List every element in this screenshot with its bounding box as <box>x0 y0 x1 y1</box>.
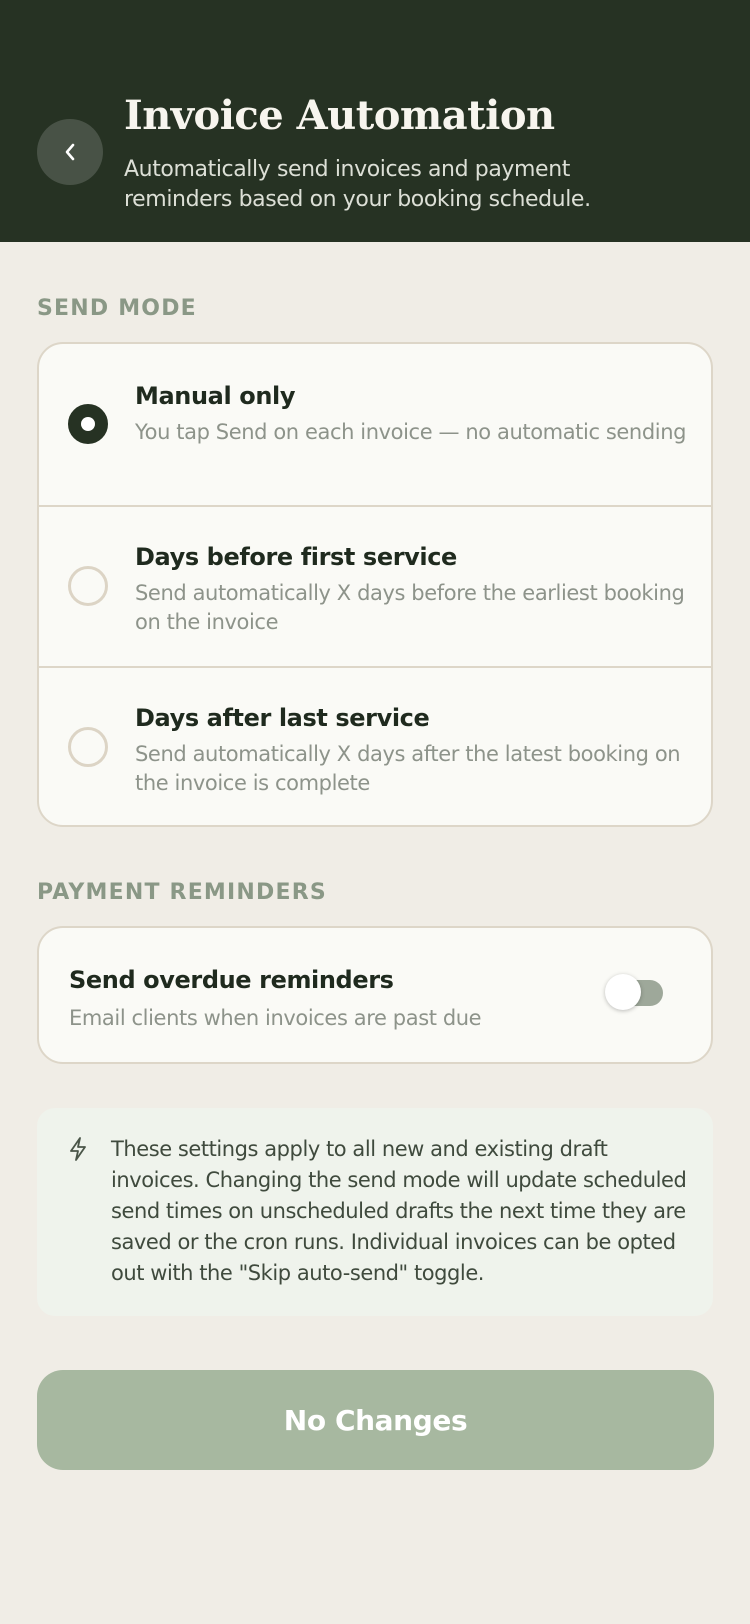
toggle-knob <box>605 974 641 1010</box>
info-note: These settings apply to all new and exis… <box>37 1108 713 1316</box>
option-title: Days before first service <box>135 543 457 571</box>
radio-unselected-icon[interactable] <box>68 727 108 767</box>
send-mode-card: Manual only You tap Send on each invoice… <box>37 342 713 827</box>
reminder-title: Send overdue reminders <box>69 966 394 994</box>
back-button[interactable] <box>37 119 103 185</box>
payment-reminders-card: Send overdue reminders Email clients whe… <box>37 926 713 1064</box>
page-title: Invoice Automation <box>124 92 555 139</box>
send-mode-option-manual[interactable]: Manual only You tap Send on each invoice… <box>39 344 711 504</box>
section-label-send-mode: SEND MODE <box>37 296 197 321</box>
send-mode-option-days-before[interactable]: Days before first service Send automatic… <box>39 505 711 665</box>
radio-selected-icon[interactable] <box>68 404 108 444</box>
option-description: Send automatically X days after the late… <box>135 742 681 795</box>
section-label-payment-reminders: PAYMENT REMINDERS <box>37 880 327 905</box>
chevron-left-icon <box>65 143 75 161</box>
option-description: You tap Send on each invoice — no automa… <box>135 420 687 444</box>
page-header: Invoice Automation Automatically send in… <box>0 0 750 242</box>
send-mode-option-days-after[interactable]: Days after last service Send automatical… <box>39 666 711 825</box>
lightning-bolt-icon <box>70 1137 86 1161</box>
radio-unselected-icon[interactable] <box>68 566 108 606</box>
reminder-description: Email clients when invoices are past due <box>69 1006 482 1030</box>
option-title: Days after last service <box>135 704 430 732</box>
option-title: Manual only <box>135 382 296 410</box>
overdue-reminders-toggle[interactable] <box>605 974 663 1010</box>
page-subtitle: Automatically send invoices and payment … <box>124 157 591 212</box>
option-description: Send automatically X days before the ear… <box>135 581 685 634</box>
no-changes-button[interactable]: No Changes <box>37 1370 714 1470</box>
info-text: These settings apply to all new and exis… <box>111 1137 687 1285</box>
